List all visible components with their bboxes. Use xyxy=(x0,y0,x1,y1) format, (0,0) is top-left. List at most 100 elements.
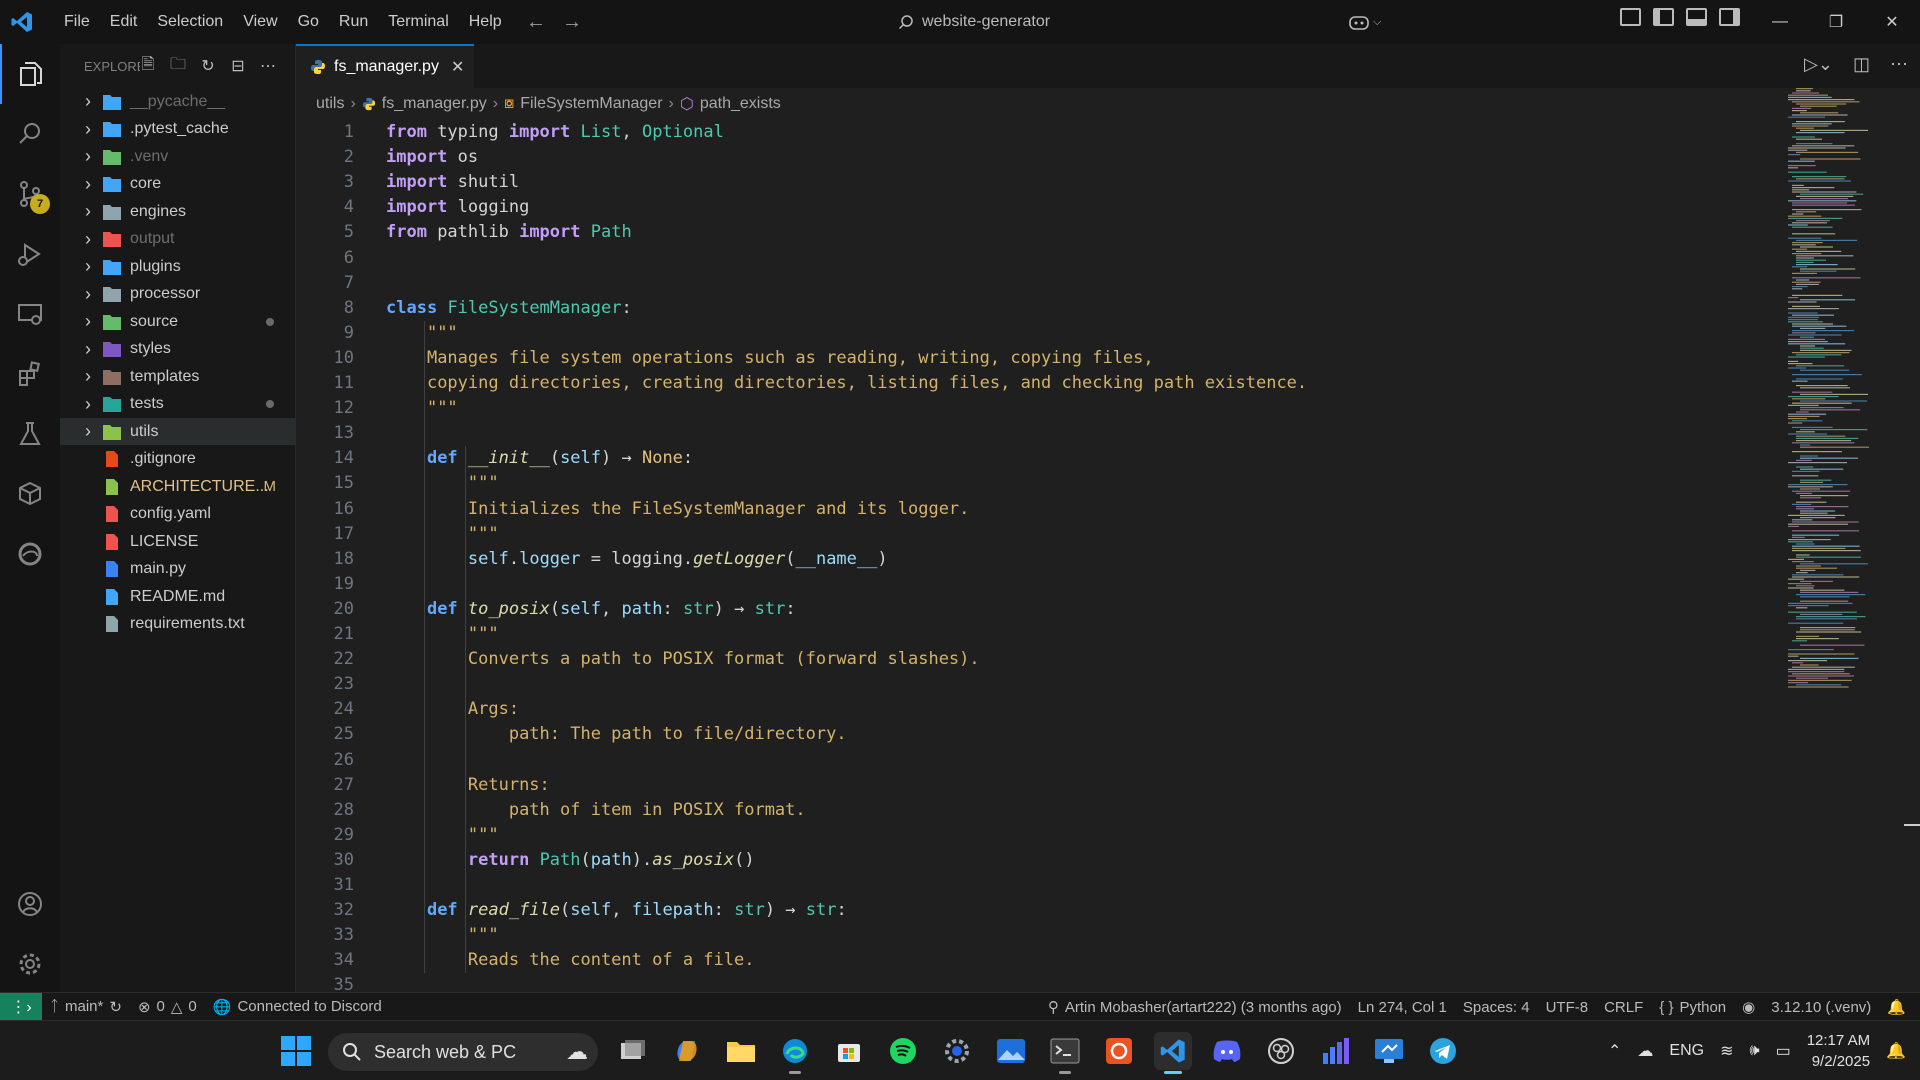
remote-desktop-icon[interactable] xyxy=(1370,1032,1408,1070)
tree-folder[interactable]: › .pytest_cache xyxy=(60,116,296,143)
spotify-icon[interactable] xyxy=(884,1032,922,1070)
tree-file[interactable]: config.yaml xyxy=(60,501,296,528)
tree-folder[interactable]: › __pycache__ xyxy=(60,88,296,115)
sync-icon[interactable]: ↻ xyxy=(109,998,122,1016)
restore-icon[interactable]: ❐ xyxy=(1808,0,1864,44)
chevron-right-icon[interactable]: › xyxy=(82,339,94,359)
input-language[interactable]: ENG xyxy=(1669,1042,1704,1060)
windows-start-icon[interactable] xyxy=(280,1035,312,1067)
python-interpreter[interactable]: 3.12.10 (.venv) xyxy=(1763,999,1879,1016)
tree-folder[interactable]: › core xyxy=(60,171,296,198)
tree-file[interactable]: ARCHITECTURE... M xyxy=(60,473,296,500)
new-file-icon[interactable]: 🗎 xyxy=(138,56,158,76)
wifi-icon[interactable]: ≋ xyxy=(1720,1041,1733,1061)
new-folder-icon[interactable]: 🗀 xyxy=(168,56,188,76)
battery-icon[interactable]: ▭ xyxy=(1776,1041,1791,1061)
manage-gear-icon[interactable] xyxy=(0,934,60,994)
refresh-icon[interactable]: ↻ xyxy=(198,56,218,76)
menu-item-view[interactable]: View xyxy=(233,0,287,44)
tree-folder[interactable]: › .venv xyxy=(60,143,296,170)
minimize-icon[interactable]: — xyxy=(1752,0,1808,44)
git-blame-status[interactable]: ⚲ Artin Mobasher(artart222) (3 months ag… xyxy=(1040,998,1350,1017)
tree-file[interactable]: LICENSE xyxy=(60,528,296,555)
menu-item-selection[interactable]: Selection xyxy=(147,0,233,44)
forward-arrow-icon[interactable]: → xyxy=(562,11,582,34)
toggle-secondary-sidebar-icon[interactable] xyxy=(1719,8,1740,26)
chevron-right-icon[interactable]: › xyxy=(82,284,94,304)
show-hidden-icons-chevron-icon[interactable]: ⌃ xyxy=(1608,1041,1621,1061)
testing-icon[interactable] xyxy=(0,404,60,464)
chevron-right-icon[interactable]: › xyxy=(82,421,94,441)
containers-icon[interactable] xyxy=(0,464,60,524)
menu-item-help[interactable]: Help xyxy=(459,0,512,44)
remote-explorer-icon[interactable] xyxy=(0,284,60,344)
notification-center-icon[interactable]: 🔔 xyxy=(1886,1041,1906,1061)
run-debug-icon[interactable] xyxy=(0,224,60,284)
tree-file[interactable]: requirements.txt xyxy=(60,611,296,638)
copilot-icon[interactable]: ⌵ xyxy=(1348,10,1388,34)
tree-folder[interactable]: › utils xyxy=(60,418,296,445)
tree-folder[interactable]: › output xyxy=(60,226,296,253)
discord-icon[interactable] xyxy=(1208,1032,1246,1070)
command-center[interactable]: website-generator xyxy=(898,8,1050,36)
tree-folder[interactable]: › source xyxy=(60,308,296,335)
chevron-right-icon[interactable]: › xyxy=(82,119,94,139)
edge-devtools-icon[interactable] xyxy=(0,524,60,584)
breadcrumb-item[interactable]: utils xyxy=(316,95,344,113)
branch-status[interactable]: ᛏ main* ↻ xyxy=(42,998,130,1016)
tree-folder[interactable]: › processor xyxy=(60,281,296,308)
onedrive-cloud-icon[interactable]: ☁ xyxy=(1637,1041,1653,1061)
close-tab-icon[interactable]: ✕ xyxy=(451,57,464,77)
menu-item-terminal[interactable]: Terminal xyxy=(378,0,458,44)
breadcrumb-item[interactable]: path_exists xyxy=(700,95,781,113)
search-icon[interactable] xyxy=(0,104,60,164)
collapse-all-icon[interactable]: ⊟ xyxy=(228,56,248,76)
vscode-taskbar-icon[interactable] xyxy=(1154,1032,1192,1074)
chevron-right-icon[interactable]: › xyxy=(82,201,94,221)
chevron-right-icon[interactable]: › xyxy=(82,146,94,166)
language-mode[interactable]: { } Python xyxy=(1651,999,1734,1016)
chevron-right-icon[interactable]: › xyxy=(82,366,94,386)
toggle-primary-sidebar-icon[interactable] xyxy=(1653,8,1674,26)
run-python-icon[interactable]: ▷⌄ xyxy=(1804,54,1833,75)
tree-folder[interactable]: › engines xyxy=(60,198,296,225)
chevron-right-icon[interactable]: › xyxy=(82,91,94,111)
menu-item-go[interactable]: Go xyxy=(288,0,329,44)
discord-status[interactable]: 🌐 Connected to Discord xyxy=(205,998,390,1016)
cursor-position[interactable]: Ln 274, Col 1 xyxy=(1350,999,1455,1016)
indentation-status[interactable]: Spaces: 4 xyxy=(1455,999,1538,1016)
menu-item-run[interactable]: Run xyxy=(329,0,378,44)
edge-browser-icon[interactable] xyxy=(776,1032,814,1074)
more-actions-icon[interactable]: ⋯ xyxy=(258,56,278,76)
chevron-right-icon[interactable]: › xyxy=(82,394,94,414)
tree-file[interactable]: .gitignore xyxy=(60,446,296,473)
tab-fs-manager[interactable]: fs_manager.py ✕ xyxy=(296,44,474,88)
obs-icon[interactable] xyxy=(1262,1032,1300,1070)
tree-file[interactable]: main.py xyxy=(60,556,296,583)
chevron-right-icon[interactable]: › xyxy=(82,256,94,276)
problems-status[interactable]: ⊗ 0 △ 0 xyxy=(130,998,205,1016)
toggle-panel-icon[interactable] xyxy=(1686,8,1707,26)
close-icon[interactable]: ✕ xyxy=(1864,0,1920,44)
menu-item-file[interactable]: File xyxy=(54,0,100,44)
ubuntu-icon[interactable] xyxy=(1100,1032,1138,1070)
tree-folder[interactable]: › templates xyxy=(60,363,296,390)
copilot-app-icon[interactable] xyxy=(668,1032,706,1070)
tree-folder[interactable]: › styles xyxy=(60,336,296,363)
bar-chart-app-icon[interactable] xyxy=(1316,1032,1354,1070)
accounts-icon[interactable] xyxy=(0,874,60,934)
split-editor-icon[interactable]: ◫ xyxy=(1853,54,1870,75)
microsoft-store-icon[interactable] xyxy=(830,1032,868,1070)
task-view-icon[interactable] xyxy=(614,1032,652,1070)
chevron-right-icon[interactable]: › xyxy=(82,311,94,331)
tree-folder[interactable]: › plugins xyxy=(60,253,296,280)
breadcrumb-item[interactable]: FileSystemManager xyxy=(520,95,662,113)
chevron-down-icon[interactable]: ⌵ xyxy=(1373,16,1381,29)
notifications-bell-icon[interactable]: 🔔 xyxy=(1879,998,1920,1016)
clock[interactable]: 12:17 AM 9/2/2025 xyxy=(1807,1030,1870,1072)
chevron-right-icon[interactable]: › xyxy=(82,174,94,194)
chevron-right-icon[interactable]: › xyxy=(82,229,94,249)
minimap[interactable] xyxy=(1786,88,1906,992)
tree-file[interactable]: README.md xyxy=(60,583,296,610)
photos-icon[interactable] xyxy=(992,1032,1030,1070)
